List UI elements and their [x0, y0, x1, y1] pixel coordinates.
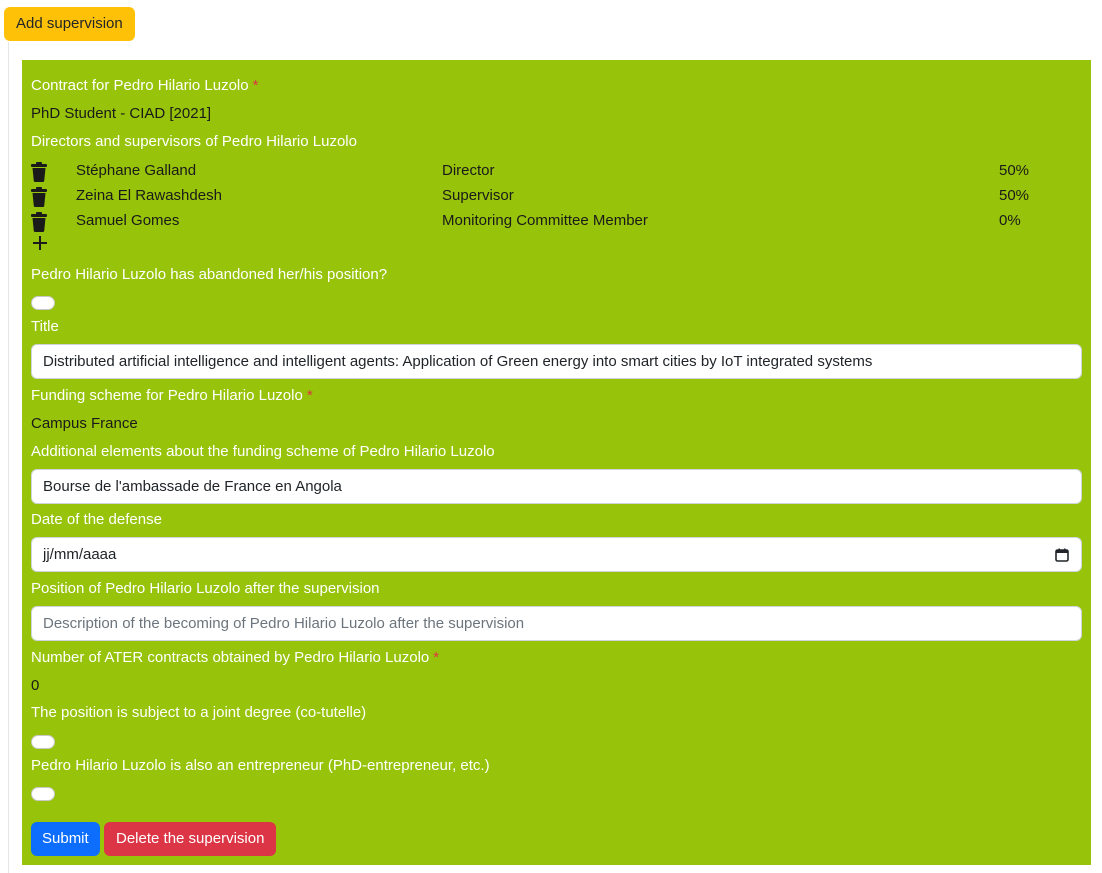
supervisor-name: Samuel Gomes [76, 212, 180, 229]
funding-details-label: Additional elements about the funding sc… [31, 443, 495, 460]
funding-details-input[interactable]: Bourse de l'ambassade de France en Angol… [31, 469, 1082, 504]
funding-label-text: Funding scheme for Pedro Hilario Luzolo [31, 387, 303, 404]
position-after-input[interactable]: Description of the becoming of Pedro Hil… [31, 606, 1082, 641]
supervisor-row: Samuel Gomes Monitoring Committee Member… [31, 211, 1081, 233]
supervision-form: Contract for Pedro Hilario Luzolo * PhD S… [22, 60, 1091, 865]
defense-date-label: Date of the defense [31, 511, 162, 528]
divider [8, 42, 9, 873]
supervisor-percent: 50% [999, 187, 1030, 204]
required-mark: * [433, 649, 440, 666]
contract-label: Contract for Pedro Hilario Luzolo * [31, 77, 258, 94]
supervisor-role: Monitoring Committee Member [442, 212, 648, 229]
defense-date-value: jj/mm/aaaa [43, 546, 117, 563]
position-after-placeholder: Description of the becoming of Pedro Hil… [43, 615, 525, 632]
trash-icon[interactable] [31, 187, 47, 207]
delete-supervision-button[interactable]: Delete the supervision [104, 822, 277, 856]
supervisor-role: Director [442, 162, 495, 179]
funding-label: Funding scheme for Pedro Hilario Luzolo * [31, 387, 313, 404]
trash-icon[interactable] [31, 162, 47, 182]
ater-label: Number of ATER contracts obtained by Ped… [31, 649, 439, 666]
defense-date-input[interactable]: jj/mm/aaaa [31, 537, 1082, 572]
ater-label-text: Number of ATER contracts obtained by Ped… [31, 649, 430, 666]
ater-value: 0 [31, 677, 40, 694]
entrepreneur-toggle[interactable] [31, 787, 55, 801]
required-mark: * [252, 77, 259, 94]
entrepreneur-label: Pedro Hilario Luzolo is also an entrepre… [31, 757, 490, 774]
title-label: Title [31, 318, 59, 335]
trash-icon[interactable] [31, 212, 47, 232]
supervisor-name: Zeina El Rawashdesh [76, 187, 222, 204]
contract-label-text: Contract for Pedro Hilario Luzolo [31, 77, 249, 94]
abandoned-label: Pedro Hilario Luzolo has abandoned her/h… [31, 266, 388, 283]
position-after-label: Position of Pedro Hilario Luzolo after t… [31, 580, 380, 597]
joint-degree-label: The position is subject to a joint degre… [31, 704, 367, 721]
required-mark: * [306, 387, 313, 404]
abandoned-toggle[interactable] [31, 296, 55, 310]
supervisor-percent: 50% [999, 162, 1030, 179]
joint-degree-toggle[interactable] [31, 735, 55, 749]
add-supervision-button[interactable]: Add supervision [4, 7, 135, 41]
supervisor-percent: 0% [999, 212, 1021, 229]
supervisors-label: Directors and supervisors of Pedro Hilar… [31, 133, 357, 150]
plus-icon[interactable] [31, 234, 49, 252]
supervisor-role: Supervisor [442, 187, 514, 204]
supervisor-row: Stéphane Galland Director 50% [31, 161, 1081, 183]
calendar-icon[interactable] [1055, 548, 1069, 562]
title-input[interactable]: Distributed artificial intelligence and … [31, 344, 1082, 379]
submit-button[interactable]: Submit [31, 822, 100, 856]
supervisor-name: Stéphane Galland [76, 162, 197, 179]
funding-value: Campus France [31, 415, 138, 432]
contract-value: PhD Student - CIAD [2021] [31, 105, 212, 122]
supervisor-row: Zeina El Rawashdesh Supervisor 50% [31, 186, 1081, 208]
